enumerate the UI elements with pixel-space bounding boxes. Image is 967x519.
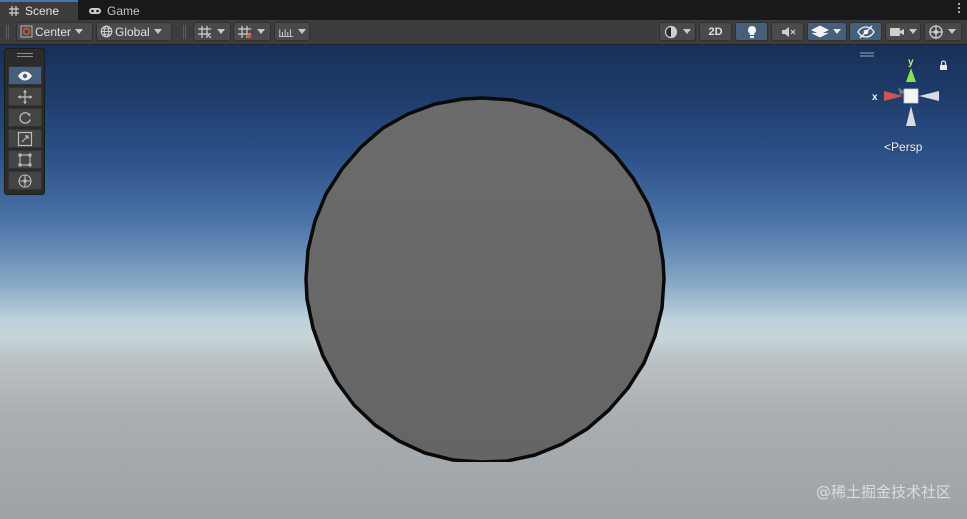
camera-settings-dropdown[interactable] (885, 22, 921, 41)
sphere-object[interactable] (298, 96, 666, 462)
chevron-down-icon (257, 29, 265, 34)
gizmo-neg-z-axis (906, 106, 916, 126)
draw-mode-dropdown[interactable] (659, 22, 696, 41)
pivot-rotation-dropdown[interactable]: Global (96, 22, 172, 41)
effects-dropdown[interactable] (807, 22, 847, 41)
scene-visibility-toggle[interactable] (849, 22, 882, 41)
audio-toggle-button[interactable] (771, 22, 804, 41)
move-icon (18, 89, 32, 104)
projection-toggle[interactable]: <Persp (884, 140, 922, 154)
gizmo-center-cube (903, 88, 919, 104)
chevron-down-icon (833, 29, 841, 34)
palette-grip[interactable] (17, 53, 33, 59)
chevron-down-icon (909, 29, 917, 34)
scene-toolbar: Center Global 2D (0, 20, 967, 45)
scale-tool[interactable] (8, 129, 42, 148)
toggle-2d-label: 2D (708, 25, 723, 38)
gizmo-x-label: x (872, 92, 878, 103)
eye-icon (18, 71, 32, 80)
move-tool[interactable] (8, 87, 42, 106)
ruler-icon (278, 28, 294, 37)
persp-icon: < (884, 140, 892, 154)
gizmo-globe-icon (929, 24, 943, 39)
tab-bar: Scene Game (0, 0, 967, 20)
tab-scene-label: Scene (25, 4, 60, 18)
pivot-rotation-label: Global (115, 24, 150, 39)
more-options-icon[interactable] (958, 3, 961, 13)
chevron-down-icon (153, 29, 162, 34)
toolbar-grip[interactable] (6, 25, 9, 39)
rotate-icon (19, 111, 31, 124)
transform-icon (18, 173, 32, 188)
tab-game[interactable]: Game (80, 2, 148, 20)
layers-icon (811, 25, 829, 37)
chevron-down-icon (683, 29, 691, 34)
lock-icon (940, 60, 947, 70)
rect-tool[interactable] (8, 150, 42, 169)
eye-slash-icon (856, 25, 875, 38)
pivot-mode-dropdown[interactable]: Center (16, 22, 93, 41)
globe-icon (100, 25, 113, 38)
gizmo-neg-x-axis (919, 91, 939, 101)
grid-snap-icon (198, 25, 212, 38)
speaker-mute-icon (781, 26, 795, 37)
toggle-2d-button[interactable]: 2D (699, 22, 732, 41)
shaded-sphere-icon (664, 25, 678, 38)
gizmo-grip (860, 52, 874, 57)
tool-palette (4, 48, 45, 195)
video-camera-icon (890, 27, 904, 36)
gamepad-icon (89, 8, 101, 14)
grid-snapping-dropdown[interactable] (233, 22, 271, 41)
gizmos-dropdown[interactable] (924, 22, 962, 41)
grid-visibility-dropdown[interactable] (193, 22, 231, 41)
rect-icon (18, 153, 32, 166)
increment-snap-dropdown[interactable] (274, 22, 310, 41)
rotate-tool[interactable] (8, 108, 42, 127)
snap-increment-icon (238, 25, 252, 38)
pivot-center-icon (20, 25, 33, 38)
scene-viewport[interactable]: y x <Persp @稀土掘金技术社区 (0, 45, 967, 519)
watermark: @稀土掘金技术社区 (815, 483, 951, 501)
tab-game-label: Game (107, 4, 140, 18)
view-tool[interactable] (8, 66, 42, 85)
scale-icon (17, 131, 33, 146)
lighting-toggle-button[interactable] (735, 22, 768, 41)
chevron-down-icon (75, 29, 84, 34)
chevron-down-icon (217, 29, 225, 34)
chevron-down-icon (298, 29, 306, 34)
grid-icon (9, 6, 19, 16)
toolbar-grip[interactable] (183, 25, 186, 39)
lightbulb-icon (747, 25, 756, 38)
projection-label: Persp (891, 140, 923, 154)
pivot-mode-label: Center (35, 24, 72, 39)
transform-tool[interactable] (8, 171, 42, 190)
gizmo-y-label: y (908, 57, 914, 68)
tab-scene[interactable]: Scene (0, 0, 78, 20)
chevron-down-icon (948, 29, 956, 34)
gizmo-y-axis (906, 68, 916, 82)
